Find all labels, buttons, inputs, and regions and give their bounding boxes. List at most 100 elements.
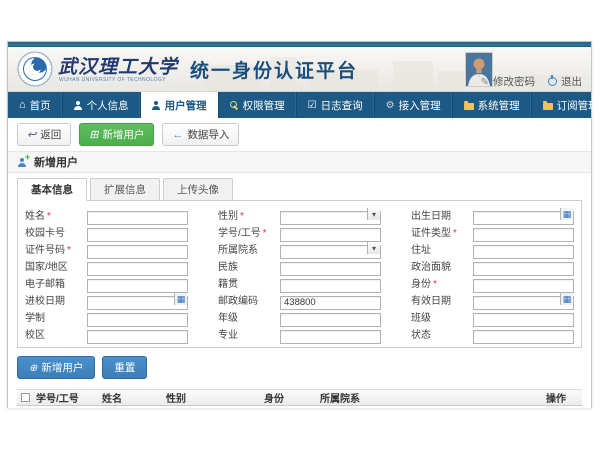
users-table: 学号/工号 姓名 性别 身份 所属院系 操作 bbox=[17, 389, 582, 418]
data-import-button[interactable]: 数据导入 bbox=[162, 123, 239, 146]
submit-add-user-button[interactable]: 新增用户 bbox=[17, 356, 95, 379]
field-label: 性别 bbox=[218, 211, 238, 222]
native-place-input[interactable] bbox=[280, 279, 381, 293]
major-input[interactable] bbox=[280, 330, 381, 344]
department-select[interactable] bbox=[280, 245, 381, 259]
birth-date-field: 出生日期 bbox=[411, 207, 574, 221]
plus-circle-icon bbox=[29, 362, 37, 374]
field-label: 校园卡号 bbox=[25, 228, 65, 239]
field-label: 校区 bbox=[25, 330, 45, 341]
back-button[interactable]: 返回 bbox=[17, 123, 71, 146]
folder-icon bbox=[543, 103, 553, 110]
grade-input[interactable] bbox=[280, 313, 381, 327]
reset-button[interactable]: 重置 bbox=[102, 356, 147, 379]
field-label: 政治面貌 bbox=[411, 262, 451, 273]
change-password-link[interactable]: 修改密码 bbox=[481, 74, 535, 89]
birth-date-input[interactable] bbox=[473, 211, 574, 225]
entry-date-input[interactable] bbox=[87, 296, 188, 310]
identity-input[interactable] bbox=[473, 279, 574, 293]
required-asterisk: * bbox=[67, 245, 71, 256]
address-input[interactable] bbox=[473, 245, 574, 259]
logout-link[interactable]: 退出 bbox=[548, 74, 582, 89]
student-id-input[interactable] bbox=[280, 228, 381, 242]
calendar-icon[interactable] bbox=[560, 208, 573, 220]
section-header: 新增用户 bbox=[8, 152, 591, 173]
valid-date-input[interactable] bbox=[473, 296, 574, 310]
nav-item-access-management[interactable]: 接入管理 bbox=[375, 92, 453, 118]
university-name-cn: 武汉理工大学 bbox=[58, 52, 178, 79]
field-label: 国家/地区 bbox=[25, 262, 68, 273]
chevron-down-icon[interactable] bbox=[367, 208, 380, 220]
required-asterisk: * bbox=[453, 228, 457, 239]
select-all-checkbox[interactable] bbox=[21, 393, 30, 402]
university-logo-icon bbox=[17, 51, 53, 87]
folder-icon bbox=[464, 103, 474, 110]
native-place-field: 籍贯 bbox=[218, 275, 381, 289]
campus-card-field: 校园卡号 bbox=[25, 224, 188, 238]
nav-label: 日志查询 bbox=[321, 98, 363, 113]
postal-code-input[interactable] bbox=[280, 296, 381, 310]
home-icon bbox=[19, 99, 26, 111]
add-user-toolbar-button[interactable]: 新增用户 bbox=[79, 123, 154, 146]
col-department: 所属院系 bbox=[318, 390, 544, 405]
identity-field: 身份* bbox=[411, 275, 574, 289]
id-type-input[interactable] bbox=[473, 228, 574, 242]
education-length-input[interactable] bbox=[87, 313, 188, 327]
platform-title: 统一身份认证平台 bbox=[190, 56, 358, 83]
field-label: 专业 bbox=[218, 330, 238, 341]
tab-extended-info[interactable]: 扩展信息 bbox=[90, 178, 160, 201]
user-icon bbox=[152, 101, 161, 110]
education-length-field: 学制 bbox=[25, 309, 188, 323]
major-field: 专业 bbox=[218, 326, 381, 340]
student-id-field: 学号/工号* bbox=[218, 224, 381, 238]
political-status-input[interactable] bbox=[473, 262, 574, 276]
nav-item-personal-info[interactable]: 个人信息 bbox=[63, 92, 141, 118]
gender-field: 性别* bbox=[218, 207, 381, 221]
field-label: 证件类型 bbox=[411, 228, 451, 239]
pencil-icon bbox=[481, 76, 489, 88]
field-label: 电子邮箱 bbox=[25, 279, 65, 290]
status-input[interactable] bbox=[473, 330, 574, 344]
class-input[interactable] bbox=[473, 313, 574, 327]
email-input[interactable] bbox=[87, 279, 188, 293]
user-icon bbox=[74, 101, 83, 110]
field-label: 籍贯 bbox=[218, 279, 238, 290]
city-skyline-watermark bbox=[438, 71, 464, 91]
nav-item-permission-management[interactable]: 权限管理 bbox=[219, 92, 297, 118]
required-asterisk: * bbox=[240, 211, 244, 222]
app-header: 武汉理工大学 WUHAN UNIVERSITY OF TECHNOLOGY 统一… bbox=[8, 47, 591, 92]
change-password-label: 修改密码 bbox=[493, 74, 535, 89]
ethnicity-input[interactable] bbox=[280, 262, 381, 276]
nav-label: 订阅管理 bbox=[557, 98, 599, 113]
data-import-label: 数据导入 bbox=[187, 127, 229, 142]
political-status-field: 政治面貌 bbox=[411, 258, 574, 272]
nav-item-user-management[interactable]: 用户管理 bbox=[141, 92, 219, 118]
country-region-input[interactable] bbox=[87, 262, 188, 276]
nav-label: 接入管理 bbox=[399, 98, 441, 113]
basic-info-panel: 姓名* 性别* 出生日期 校园卡号 学号/工号* bbox=[17, 200, 582, 348]
gender-select[interactable] bbox=[280, 211, 381, 225]
nav-item-home[interactable]: 首页 bbox=[8, 92, 63, 118]
nav-item-system-management[interactable]: 系统管理 bbox=[453, 92, 532, 118]
chevron-down-icon[interactable] bbox=[367, 242, 380, 254]
id-type-field: 证件类型* bbox=[411, 224, 574, 238]
nav-label: 权限管理 bbox=[243, 98, 285, 113]
calendar-icon[interactable] bbox=[560, 293, 573, 305]
tab-upload-avatar[interactable]: 上传头像 bbox=[163, 178, 233, 201]
field-label: 证件号码 bbox=[25, 245, 65, 256]
id-number-input[interactable] bbox=[87, 245, 188, 259]
users-table-empty-body bbox=[17, 406, 582, 418]
field-label: 住址 bbox=[411, 245, 431, 256]
campus-input[interactable] bbox=[87, 330, 188, 344]
nav-item-log-query[interactable]: 日志查询 bbox=[297, 92, 375, 118]
nav-item-subscription-management[interactable]: 订阅管理 bbox=[532, 92, 600, 118]
name-input[interactable] bbox=[87, 211, 188, 225]
tab-basic-info[interactable]: 基本信息 bbox=[17, 178, 87, 201]
calendar-icon[interactable] bbox=[174, 293, 187, 305]
campus-card-input[interactable] bbox=[87, 228, 188, 242]
field-label: 学号/工号 bbox=[218, 228, 261, 239]
users-table-header: 学号/工号 姓名 性别 身份 所属院系 操作 bbox=[17, 389, 582, 406]
field-label: 姓名 bbox=[25, 211, 45, 222]
field-label: 班级 bbox=[411, 313, 431, 324]
id-number-field: 证件号码* bbox=[25, 241, 188, 255]
